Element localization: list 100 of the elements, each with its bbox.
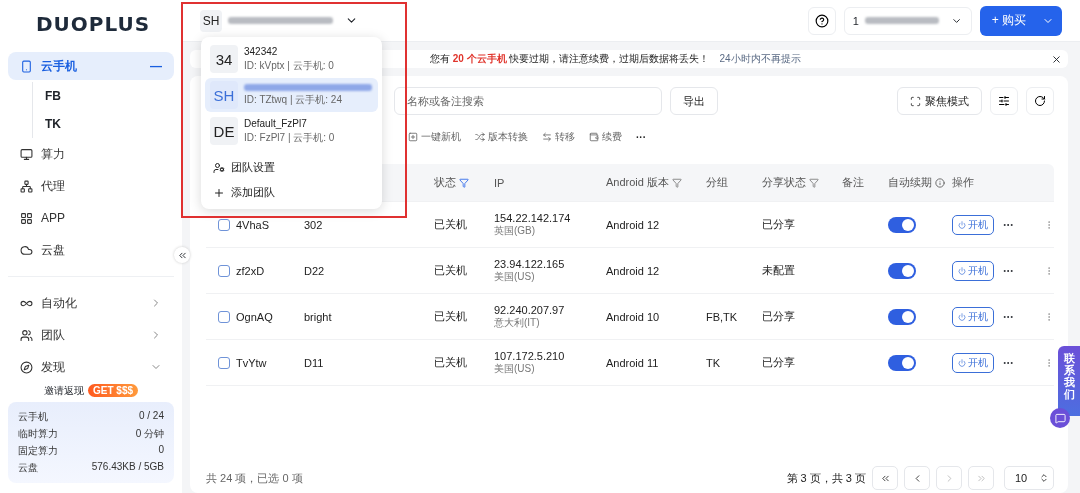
account-menu[interactable]: 1 xyxy=(843,6,972,35)
column-header: 分享状态 xyxy=(762,175,842,190)
column-header: 操作 xyxy=(952,175,975,190)
table-cell-text: 已关机 xyxy=(434,217,468,232)
scan-icon xyxy=(910,95,921,107)
collapse-sign: — xyxy=(150,59,162,73)
ip-address: 92.240.207.97 xyxy=(494,303,566,316)
team-option[interactable]: 34 342342 ID: kVptx | 云手机: 0 xyxy=(205,42,378,76)
first-page-button[interactable] xyxy=(872,466,898,490)
page-info: 第 3 页，共 3 页 xyxy=(786,470,866,486)
ip-region: 美国(US) xyxy=(494,269,536,284)
team-name: 342342 xyxy=(244,45,279,57)
toolbar-action[interactable]: 续费 xyxy=(589,130,622,144)
phone-icon xyxy=(20,59,33,73)
toolbar-action[interactable]: 转移 xyxy=(542,130,575,144)
table-cell-text: Android 12 xyxy=(606,264,661,277)
column-header: 备注 xyxy=(842,175,865,190)
contact-tab[interactable]: 联系我们 xyxy=(1058,346,1080,416)
nav-subitem[interactable]: TK xyxy=(32,110,174,138)
auto-renew-toggle[interactable] xyxy=(888,262,916,279)
selection-summary: 共 24 项，已选 0 项 xyxy=(206,470,303,486)
filter-icon[interactable] xyxy=(672,177,682,188)
power-on-button[interactable]: 开机 xyxy=(952,214,994,235)
table-cell-text: D22 xyxy=(304,264,326,277)
table-cell-text: Android 12 xyxy=(606,218,661,231)
help-button[interactable] xyxy=(807,6,836,35)
focus-mode-button[interactable]: 聚焦模式 xyxy=(897,87,982,115)
collapse-button[interactable] xyxy=(174,247,190,263)
power-on-button[interactable]: 开机 xyxy=(952,352,994,373)
wallet-icon xyxy=(589,132,599,142)
nav-item[interactable]: 云盘 xyxy=(8,236,174,264)
table-cell-text: 未配置 xyxy=(762,263,796,278)
more-button[interactable]: ··· xyxy=(636,131,646,143)
nav-item[interactable]: 代理 xyxy=(8,172,174,200)
nav-item[interactable]: APP xyxy=(8,204,174,232)
table-cell-text: Android 10 xyxy=(606,310,661,323)
team-meta: ID: TZtwq | 云手机: 24 xyxy=(244,92,343,107)
table-cell-text: D11 xyxy=(304,356,325,369)
stat-value: 576.43KB / 5GB xyxy=(91,461,164,474)
row-checkbox[interactable] xyxy=(218,264,230,277)
column-header: IP xyxy=(494,176,506,189)
table-cell-text: OgnAQ xyxy=(236,310,274,323)
team-option[interactable]: SH ID: TZtwq | 云手机: 24 xyxy=(205,78,378,112)
stat-label: 云盘 xyxy=(18,461,38,475)
cloud-icon xyxy=(20,243,33,257)
table-cell-text: bright xyxy=(304,310,333,323)
refresh-button[interactable] xyxy=(1026,87,1054,115)
toolbar-action[interactable]: 一键新机 xyxy=(408,130,461,144)
table-cell-text: zf2xD xyxy=(236,264,266,277)
menu-action[interactable]: 添加团队 xyxy=(205,181,378,204)
arrows-icon xyxy=(542,132,552,142)
plus-icon xyxy=(213,186,225,199)
ip-region: 英国(GB) xyxy=(494,223,537,238)
auto-renew-toggle[interactable] xyxy=(888,354,916,371)
compass-icon xyxy=(20,360,33,374)
power-icon xyxy=(958,220,966,229)
team-avatar: DE xyxy=(210,117,238,145)
ip-address: 107.172.5.210 xyxy=(494,349,566,362)
nav-group[interactable]: 自动化 xyxy=(8,289,174,317)
table-cell-text: 已分享 xyxy=(762,309,796,324)
table-cell-text: FB,TK xyxy=(706,310,739,323)
nav-item[interactable]: 算力 xyxy=(8,140,174,168)
nav-group[interactable]: 发现 xyxy=(8,353,174,381)
row-checkbox[interactable] xyxy=(218,310,230,323)
power-icon xyxy=(958,358,966,367)
page-size-select[interactable]: 10 xyxy=(1004,466,1054,490)
column-header: 状态 xyxy=(434,175,494,190)
updown-icon xyxy=(1039,473,1049,483)
export-button[interactable]: 导出 xyxy=(670,87,718,115)
row-checkbox[interactable] xyxy=(218,218,230,231)
filter-icon[interactable] xyxy=(459,177,469,188)
nav-subitem[interactable]: FB xyxy=(32,82,174,110)
settings-button[interactable] xyxy=(990,87,1018,115)
toolbar-action[interactable]: 版本转换 xyxy=(475,130,528,144)
buy-button[interactable]: + 购买 xyxy=(979,5,1062,36)
user-gear-icon xyxy=(213,161,225,174)
table-cell-text: Android 11 xyxy=(606,356,660,369)
stat-label: 云手机 xyxy=(18,410,48,424)
auto-renew-toggle[interactable] xyxy=(888,308,916,325)
close-icon[interactable] xyxy=(1051,53,1062,65)
stat-value: 0 xyxy=(158,444,164,457)
nav-group[interactable]: 团队 xyxy=(8,321,174,349)
promo-badge: GET $$$ xyxy=(88,384,139,397)
menu-action[interactable]: 团队设置 xyxy=(205,156,378,179)
team-switcher[interactable]: SH xyxy=(200,9,358,32)
team-avatar: SH xyxy=(210,81,238,109)
auto-renew-toggle[interactable] xyxy=(888,216,916,233)
table-cell-text: 已分享 xyxy=(762,217,796,232)
nav-item[interactable]: 云手机 — xyxy=(8,52,174,80)
dismiss-link[interactable]: 24小时内不再提示 xyxy=(719,52,801,66)
nav-subitem[interactable]: 邀请返现 xyxy=(44,383,84,398)
search-field[interactable]: 名称或备注搜索 xyxy=(394,87,662,115)
monitor-icon xyxy=(20,147,33,161)
table-cell-text: 4VhaS xyxy=(236,218,271,231)
power-on-button[interactable]: 开机 xyxy=(952,306,994,327)
table-cell-text: 已关机 xyxy=(434,309,468,324)
row-checkbox[interactable] xyxy=(218,356,230,369)
filter-icon[interactable] xyxy=(809,177,819,188)
power-on-button[interactable]: 开机 xyxy=(952,260,994,281)
stat-label: 临时算力 xyxy=(18,427,58,441)
